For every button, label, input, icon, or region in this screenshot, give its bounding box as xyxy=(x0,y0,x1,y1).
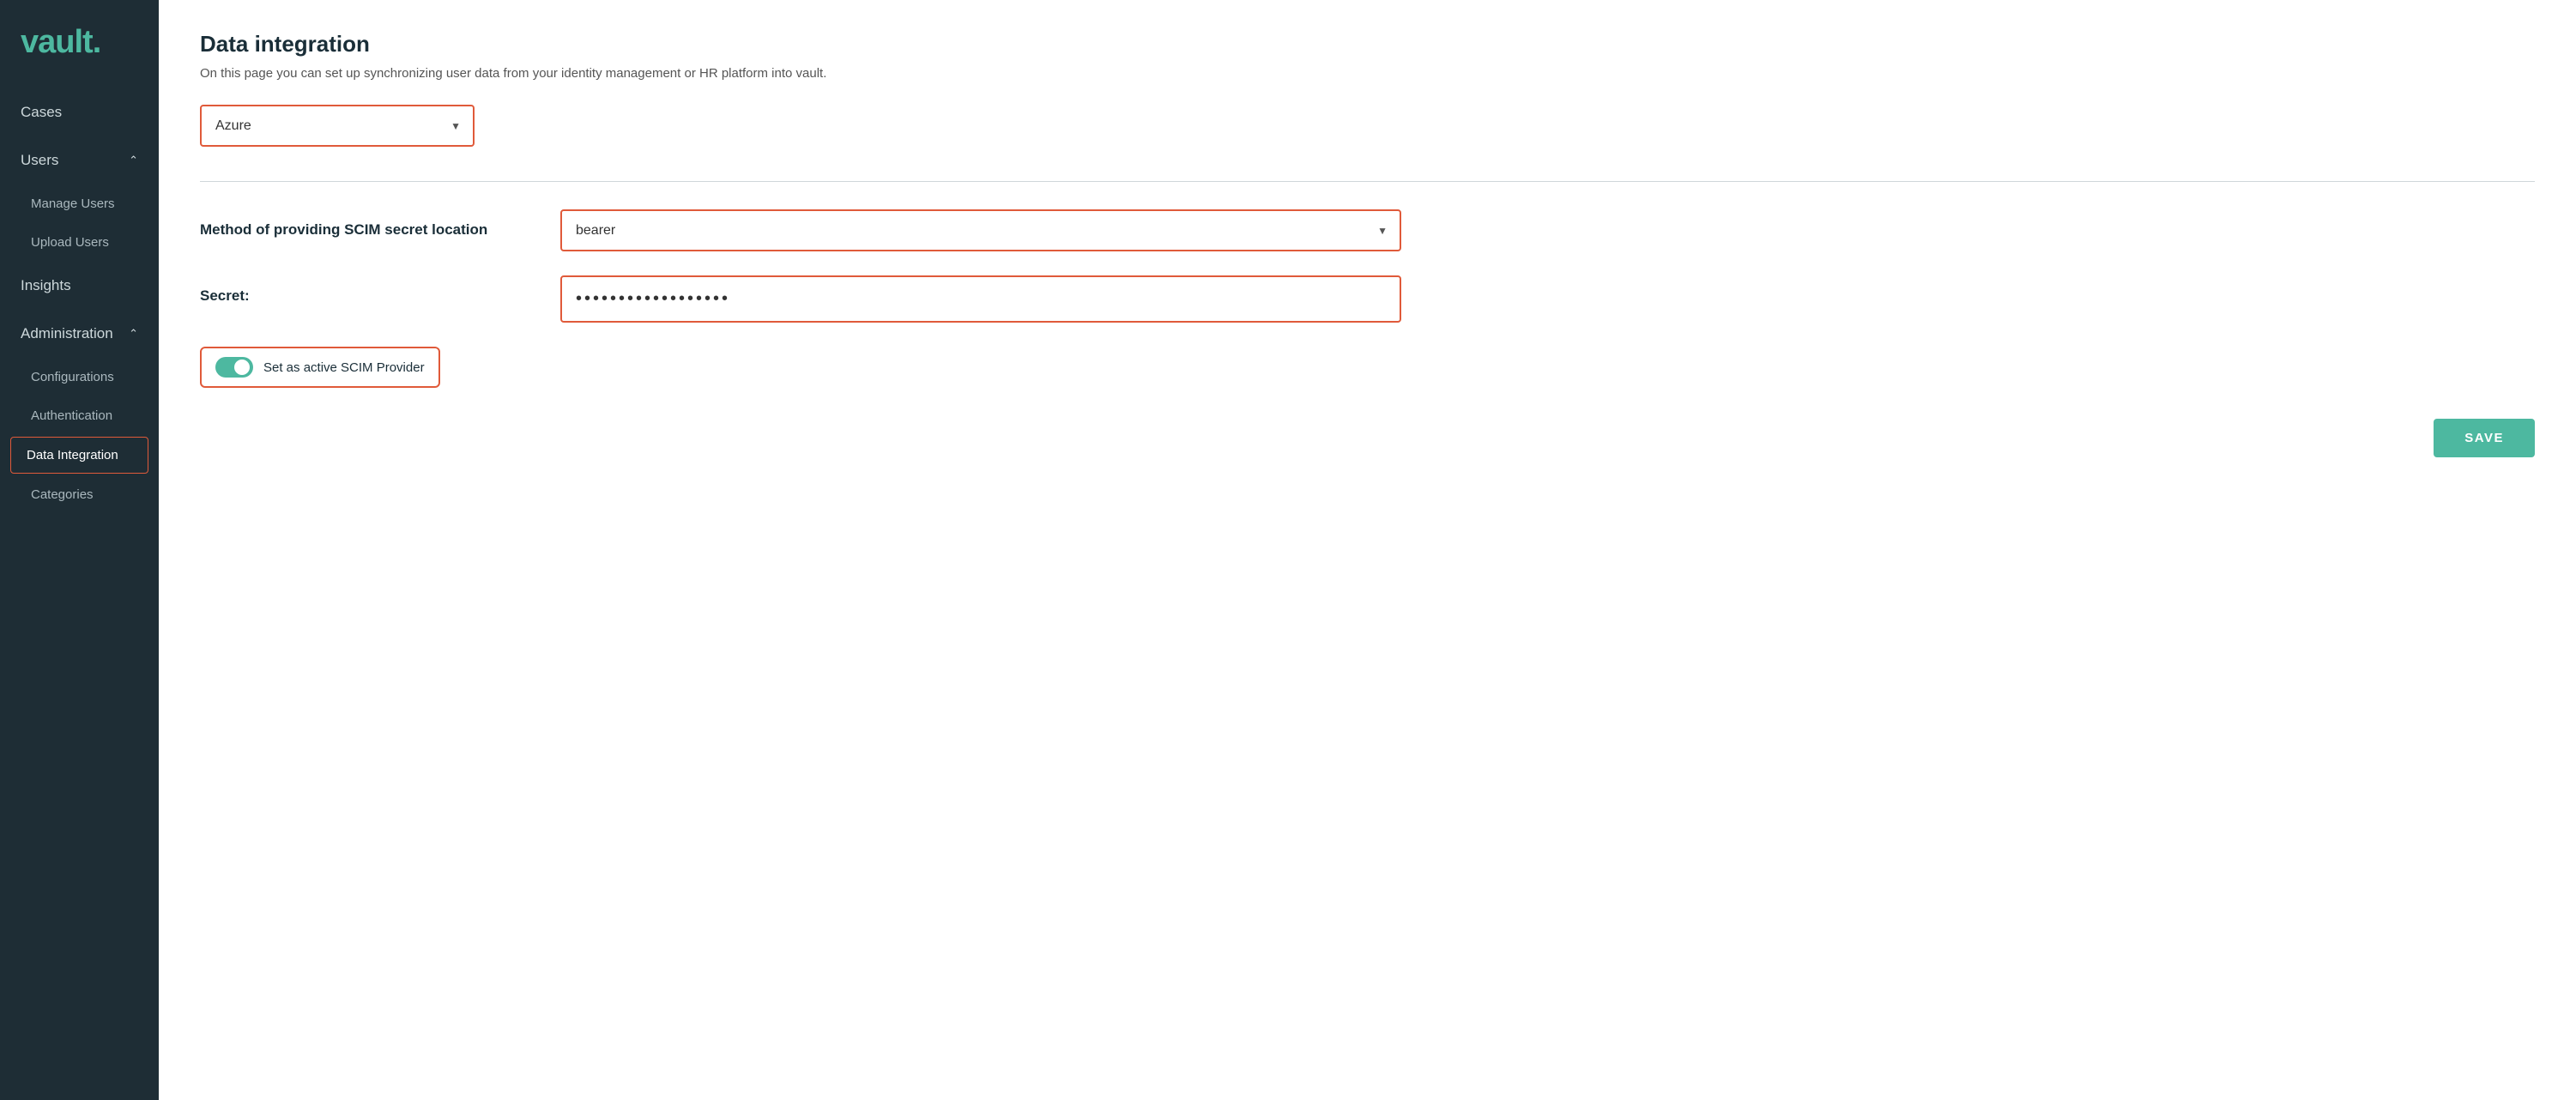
secret-input-wrapper[interactable] xyxy=(560,275,1401,323)
scim-method-select[interactable]: bearer header query xyxy=(562,211,1400,250)
sidebar-item-configurations[interactable]: Configurations xyxy=(0,358,159,396)
save-button[interactable]: SAVE xyxy=(2434,419,2535,457)
sidebar-item-administration[interactable]: Administration ⌃ xyxy=(0,310,159,358)
users-chevron-icon: ⌃ xyxy=(129,154,138,167)
sidebar-item-cases[interactable]: Cases xyxy=(0,88,159,136)
sidebar-nav: Cases Users ⌃ Manage Users Upload Users … xyxy=(0,88,159,1100)
users-label: Users xyxy=(21,152,58,169)
insights-label: Insights xyxy=(21,277,71,294)
secret-input[interactable] xyxy=(562,277,1400,321)
save-btn-row: SAVE xyxy=(200,419,2535,457)
logo: vault. xyxy=(21,24,138,61)
sidebar-item-manage-users[interactable]: Manage Users xyxy=(0,184,159,223)
section-divider xyxy=(200,181,2535,182)
provider-select-wrapper[interactable]: Azure Okta Google LDAP xyxy=(200,105,475,147)
administration-chevron-icon: ⌃ xyxy=(129,327,138,341)
logo-area: vault. xyxy=(0,0,159,88)
sidebar-item-insights[interactable]: Insights xyxy=(0,262,159,310)
toggle-label: Set as active SCIM Provider xyxy=(263,360,425,375)
cases-label: Cases xyxy=(21,104,62,121)
form-section: Method of providing SCIM secret location… xyxy=(200,209,1401,388)
scim-method-label: Method of providing SCIM secret location xyxy=(200,209,526,239)
sidebar-item-users[interactable]: Users ⌃ xyxy=(0,136,159,184)
page-subtitle: On this page you can set up synchronizin… xyxy=(200,66,2535,81)
toggle-thumb xyxy=(234,360,250,375)
active-scim-toggle-wrapper[interactable]: Set as active SCIM Provider xyxy=(200,347,440,388)
sidebar-item-upload-users[interactable]: Upload Users xyxy=(0,223,159,262)
provider-select-inner: Azure Okta Google LDAP xyxy=(202,106,473,145)
administration-label: Administration xyxy=(21,325,113,342)
provider-select[interactable]: Azure Okta Google LDAP xyxy=(202,106,473,145)
toggle-switch[interactable] xyxy=(215,357,253,378)
sidebar-item-data-integration[interactable]: Data Integration xyxy=(10,437,148,474)
page-title: Data integration xyxy=(200,31,2535,57)
scim-method-select-wrapper[interactable]: bearer header query xyxy=(560,209,1401,251)
main-content: Data integration On this page you can se… xyxy=(159,0,2576,1100)
sidebar-item-authentication[interactable]: Authentication xyxy=(0,396,159,435)
sidebar: vault. Cases Users ⌃ Manage Users Upload… xyxy=(0,0,159,1100)
sidebar-item-categories[interactable]: Categories xyxy=(0,475,159,514)
toggle-section: Set as active SCIM Provider xyxy=(200,347,1401,388)
secret-label: Secret: xyxy=(200,275,526,305)
